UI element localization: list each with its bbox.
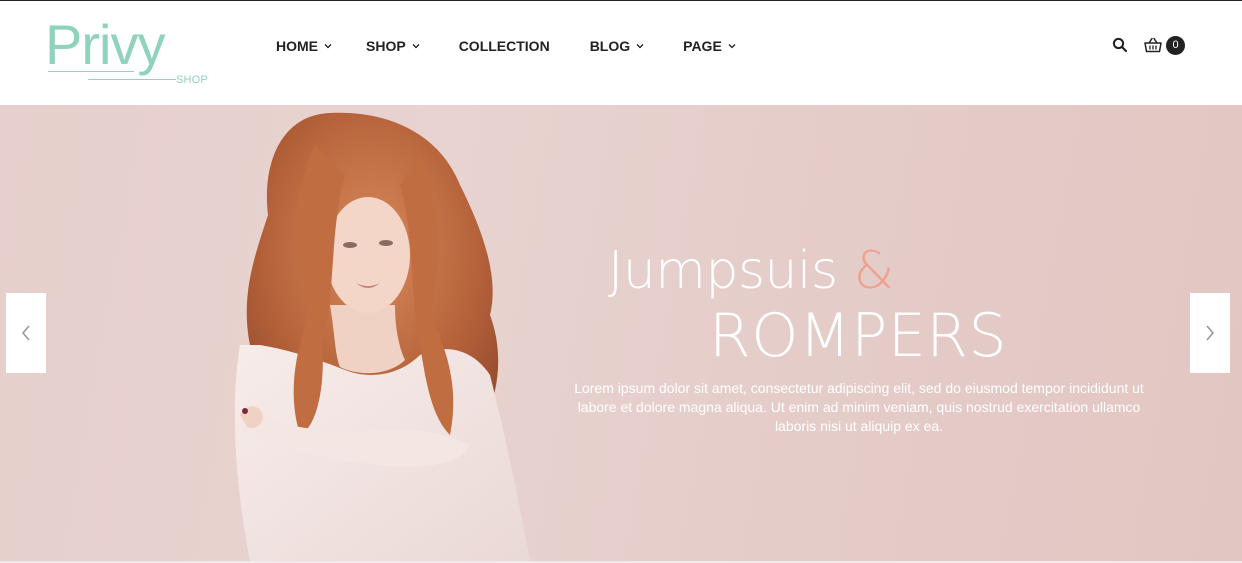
hero-model-image — [234, 112, 530, 561]
main-nav: HOME SHOP COLLECTION BLOG PAGE — [276, 37, 736, 55]
cart-count-badge: 0 — [1166, 35, 1185, 55]
nav-item-blog[interactable]: BLOG — [590, 38, 644, 54]
hero-title-line1: Jumpsuis & — [608, 241, 894, 301]
nav-item-page[interactable]: PAGE — [683, 38, 736, 54]
chevron-down-icon — [412, 44, 420, 49]
logo-subtext: SHOP — [176, 74, 208, 86]
nav-item-shop[interactable]: SHOP — [366, 38, 420, 54]
chevron-down-icon — [728, 44, 736, 49]
nav-item-label: PAGE — [683, 38, 722, 54]
basket-icon — [1144, 37, 1162, 53]
hero-title-ampersand: & — [853, 241, 895, 301]
search-icon[interactable] — [1112, 37, 1128, 53]
slider-prev-button[interactable] — [6, 293, 46, 373]
site-header: Privy SHOP HOME SHOP COLLECTION BLOG PAG… — [0, 1, 1242, 105]
chevron-left-icon — [21, 325, 30, 341]
nav-item-label: SHOP — [366, 38, 406, 54]
nav-item-collection[interactable]: COLLECTION — [459, 38, 550, 54]
chevron-down-icon — [636, 44, 644, 49]
logo-underline — [48, 71, 134, 72]
nav-item-label: BLOG — [589, 38, 631, 54]
cart-button[interactable]: 0 — [1144, 35, 1185, 55]
chevron-right-icon — [1206, 325, 1215, 341]
nav-item-home[interactable]: HOME — [276, 38, 332, 54]
nav-item-label: HOME — [276, 38, 318, 54]
slider-next-button[interactable] — [1190, 293, 1230, 373]
chevron-down-icon — [324, 44, 332, 49]
hero-slider: Jumpsuis & ROMPERS Lorem ipsum dolor sit… — [0, 105, 1242, 561]
logo-underline-secondary — [88, 79, 176, 80]
hero-title-line2: ROMPERS — [709, 301, 1008, 371]
hero-description: Lorem ipsum dolor sit amet, consectetur … — [574, 380, 1144, 434]
hero-title-word: Jumpsuis — [608, 241, 838, 301]
site-logo[interactable]: Privy SHOP — [44, 15, 214, 91]
nav-item-label: COLLECTION — [458, 38, 550, 54]
header-actions: 0 — [1112, 35, 1185, 55]
logo-text: Privy — [45, 13, 165, 76]
